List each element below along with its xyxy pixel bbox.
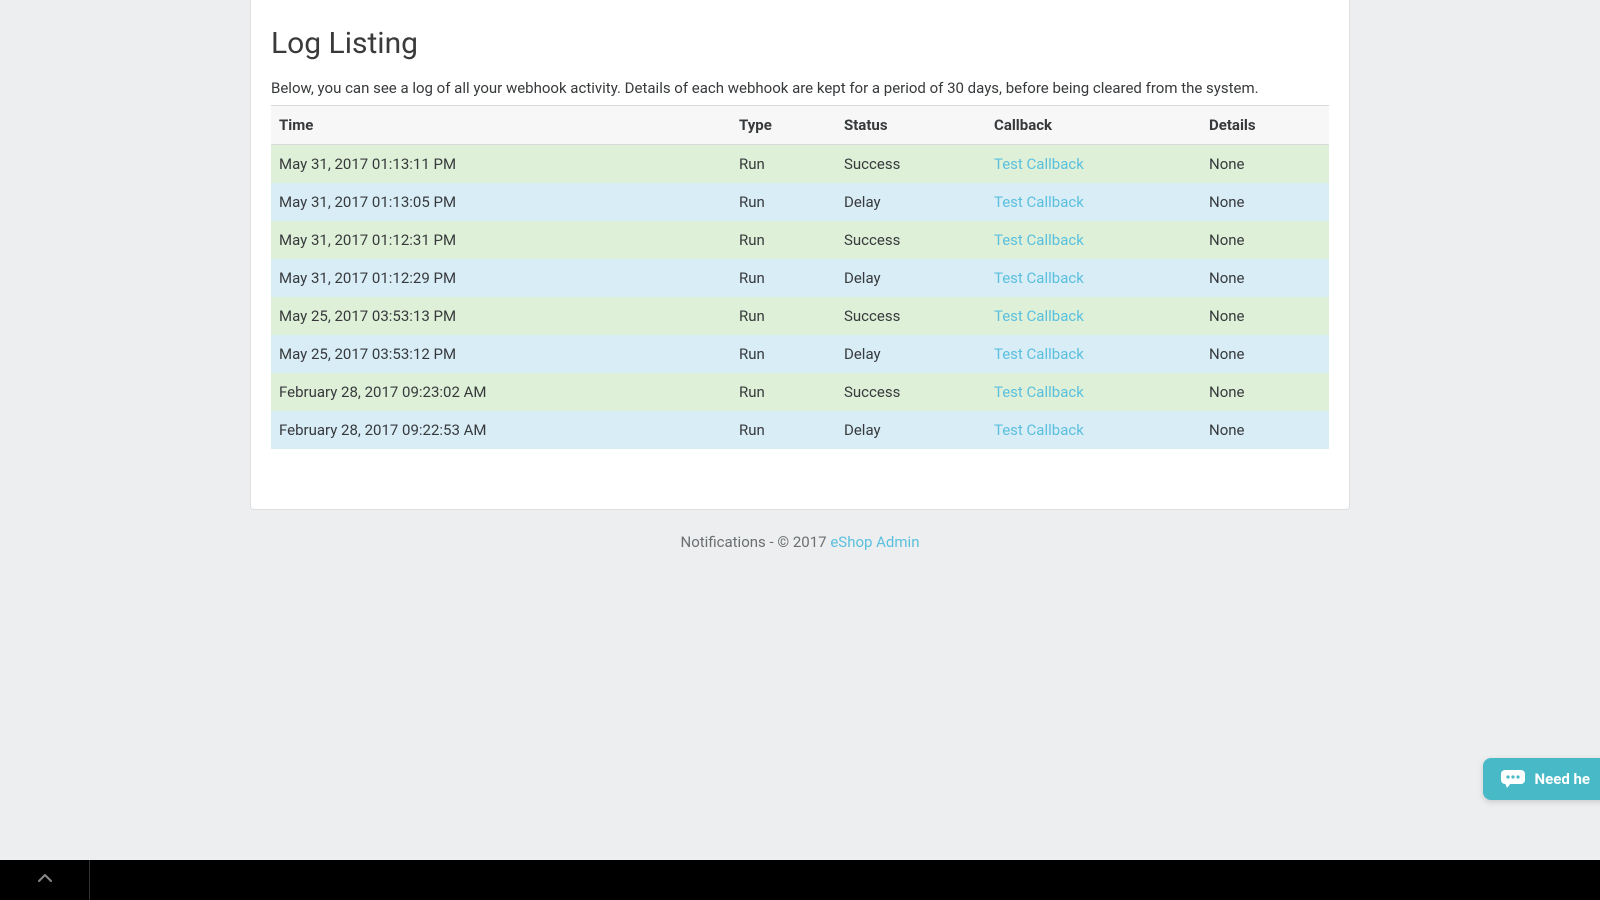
footer-link[interactable]: eShop Admin: [830, 533, 919, 551]
card-body: Log Listing Below, you can see a log of …: [251, 0, 1349, 469]
cell-details: None: [1201, 335, 1329, 373]
table-row: February 28, 2017 09:23:02 AMRunSuccess T…: [271, 373, 1329, 411]
cell-callback: Test Callback: [986, 183, 1201, 221]
cell-details: None: [1201, 411, 1329, 449]
cell-time: May 31, 2017 01:12:29 PM: [271, 259, 731, 297]
cell-callback: Test Callback: [986, 221, 1201, 259]
footer-text: Notifications - © 2017: [681, 533, 831, 551]
cell-time: May 25, 2017 03:53:12 PM: [271, 335, 731, 373]
cell-time: February 28, 2017 09:22:53 AM: [271, 411, 731, 449]
col-header-time: Time: [271, 106, 731, 145]
bottom-bar: [0, 860, 1600, 900]
cell-callback: Test Callback: [986, 297, 1201, 335]
cell-type: Run: [731, 221, 836, 259]
cell-callback: Test Callback: [986, 373, 1201, 411]
test-callback-link[interactable]: Test Callback: [994, 421, 1084, 439]
page-title: Log Listing: [271, 26, 1329, 61]
col-header-details: Details: [1201, 106, 1329, 145]
table-row: May 31, 2017 01:12:29 PMRunDelay Test Cal…: [271, 259, 1329, 297]
table-row: May 31, 2017 01:12:31 PMRunSuccess Test C…: [271, 221, 1329, 259]
table-header-row: Time Type Status Callback Details: [271, 106, 1329, 145]
cell-details: None: [1201, 183, 1329, 221]
cell-time: May 31, 2017 01:13:11 PM: [271, 145, 731, 184]
cell-callback: Test Callback: [986, 259, 1201, 297]
cell-status: Delay: [836, 259, 986, 297]
table-row: May 31, 2017 01:13:11 PMRunSuccess Test C…: [271, 145, 1329, 184]
cell-callback: Test Callback: [986, 411, 1201, 449]
cell-status: Delay: [836, 183, 986, 221]
cell-type: Run: [731, 335, 836, 373]
cell-details: None: [1201, 145, 1329, 184]
cell-callback: Test Callback: [986, 335, 1201, 373]
cell-time: May 25, 2017 03:53:13 PM: [271, 297, 731, 335]
cell-status: Delay: [836, 335, 986, 373]
table-row: May 31, 2017 01:13:05 PMRunDelay Test Cal…: [271, 183, 1329, 221]
cell-type: Run: [731, 373, 836, 411]
cell-callback: Test Callback: [986, 145, 1201, 184]
cell-status: Success: [836, 221, 986, 259]
cell-status: Success: [836, 373, 986, 411]
log-table: Time Type Status Callback Details May 31…: [271, 105, 1329, 449]
page-description: Below, you can see a log of all your web…: [271, 79, 1329, 97]
cell-type: Run: [731, 183, 836, 221]
table-row: May 25, 2017 03:53:12 PMRunDelay Test Cal…: [271, 335, 1329, 373]
chat-icon: [1501, 770, 1525, 788]
cell-status: Success: [836, 297, 986, 335]
test-callback-link[interactable]: Test Callback: [994, 307, 1084, 325]
cell-type: Run: [731, 297, 836, 335]
test-callback-link[interactable]: Test Callback: [994, 383, 1084, 401]
test-callback-link[interactable]: Test Callback: [994, 231, 1084, 249]
cell-type: Run: [731, 259, 836, 297]
chevron-up-icon: [37, 870, 53, 890]
log-card: Log Listing Below, you can see a log of …: [250, 0, 1350, 510]
cell-details: None: [1201, 259, 1329, 297]
table-row: February 28, 2017 09:22:53 AMRunDelay Tes…: [271, 411, 1329, 449]
cell-details: None: [1201, 373, 1329, 411]
cell-details: None: [1201, 221, 1329, 259]
cell-status: Delay: [836, 411, 986, 449]
test-callback-link[interactable]: Test Callback: [994, 269, 1084, 287]
cell-details: None: [1201, 297, 1329, 335]
help-label: Need he: [1535, 770, 1590, 788]
footer: Notifications - © 2017 eShop Admin: [0, 533, 1600, 551]
scroll-to-top-button[interactable]: [0, 860, 90, 900]
table-row: May 25, 2017 03:53:13 PMRunSuccess Test C…: [271, 297, 1329, 335]
col-header-status: Status: [836, 106, 986, 145]
help-widget[interactable]: Need he: [1483, 758, 1600, 800]
test-callback-link[interactable]: Test Callback: [994, 193, 1084, 211]
cell-type: Run: [731, 411, 836, 449]
cell-time: February 28, 2017 09:23:02 AM: [271, 373, 731, 411]
test-callback-link[interactable]: Test Callback: [994, 155, 1084, 173]
cell-type: Run: [731, 145, 836, 184]
col-header-type: Type: [731, 106, 836, 145]
test-callback-link[interactable]: Test Callback: [994, 345, 1084, 363]
cell-time: May 31, 2017 01:12:31 PM: [271, 221, 731, 259]
col-header-callback: Callback: [986, 106, 1201, 145]
cell-time: May 31, 2017 01:13:05 PM: [271, 183, 731, 221]
cell-status: Success: [836, 145, 986, 184]
